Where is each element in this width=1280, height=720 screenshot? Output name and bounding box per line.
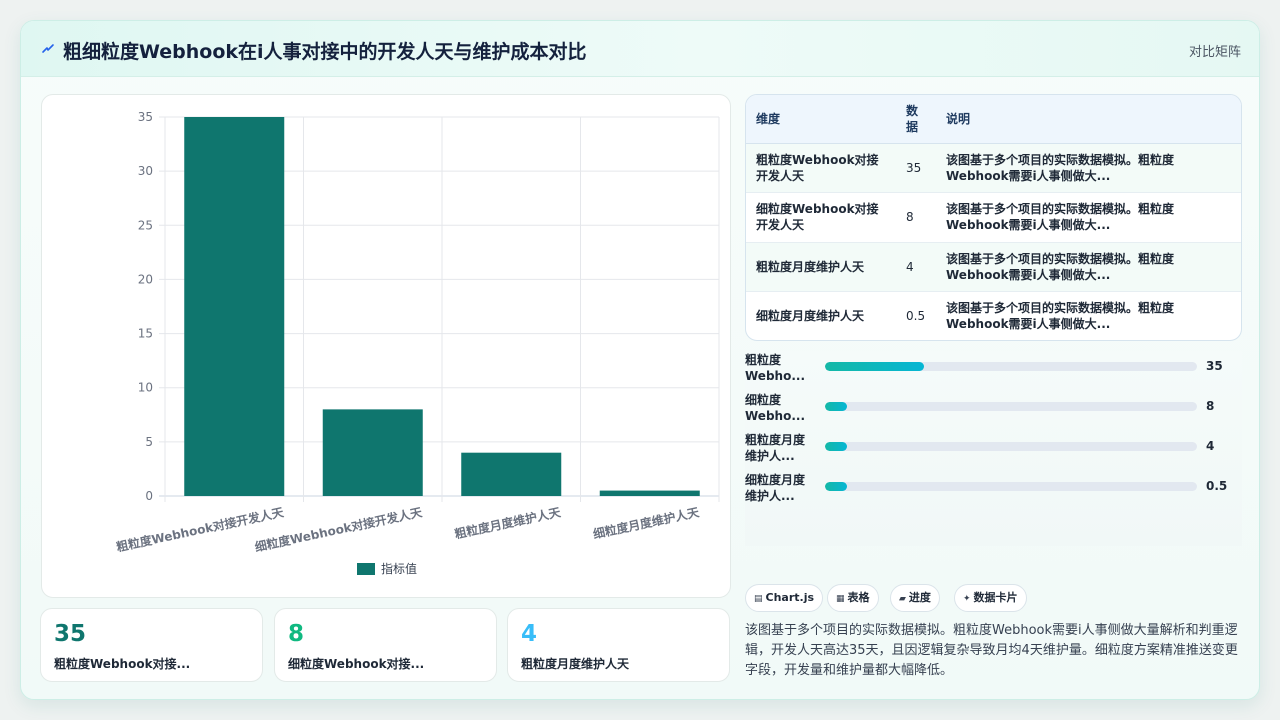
bar bbox=[184, 117, 285, 496]
chip-label: 进度 bbox=[908, 591, 931, 604]
progress-label: 细粒度月度维护人... bbox=[745, 473, 806, 503]
progress-label: 粗粒度月度维护人... bbox=[745, 433, 806, 463]
chip-progress[interactable]: ▰ 进度 bbox=[890, 584, 940, 612]
bar bbox=[461, 452, 562, 496]
progress-fill bbox=[825, 482, 848, 491]
table-cell-desc: 该图基于多个项目的实际数据模拟。粗粒度Webhook需要i人事侧做大... bbox=[936, 143, 1241, 193]
y-tick-label: 25 bbox=[138, 218, 153, 232]
bar bbox=[322, 409, 423, 496]
chip-label: 表格 bbox=[847, 591, 870, 604]
chip-data-card[interactable]: ✦ 数据卡片 bbox=[954, 584, 1027, 612]
table-header-desc: 说明 bbox=[936, 95, 1241, 144]
progress-value: 8 bbox=[1206, 399, 1215, 413]
table-cell-desc: 该图基于多个项目的实际数据模拟。粗粒度Webhook需要i人事侧做大... bbox=[936, 192, 1241, 243]
table-cell-dimension: 粗粒度月度维护人天 bbox=[746, 242, 896, 292]
compare-matrix-link[interactable]: 对比矩阵 bbox=[1189, 41, 1241, 60]
stat-card: 4 粗粒度月度维护人天 bbox=[507, 608, 730, 682]
y-tick-label: 5 bbox=[145, 435, 153, 449]
table-cell-desc: 该图基于多个项目的实际数据模拟。粗粒度Webhook需要i人事侧做大... bbox=[936, 242, 1241, 292]
table-row: 细粒度Webhook对接开发人天 8 该图基于多个项目的实际数据模拟。粗粒度We… bbox=[746, 192, 1241, 243]
table-header-dimension: 维度 bbox=[746, 95, 896, 144]
sparkle-icon: ✦ bbox=[963, 594, 971, 604]
header: 粗细粒度Webhook在i人事对接中的开发人天与维护成本对比 对比矩阵 bbox=[21, 21, 1259, 77]
chart-icon: ▤ bbox=[754, 594, 763, 604]
y-tick-label: 0 bbox=[145, 489, 153, 503]
table-cell-value: 0.5 bbox=[896, 291, 936, 340]
progress-fill bbox=[825, 362, 924, 371]
y-tick-label: 15 bbox=[138, 327, 153, 341]
progress-value: 4 bbox=[1206, 439, 1215, 453]
table-row: 粗粒度月度维护人天 4 该图基于多个项目的实际数据模拟。粗粒度Webhook需要… bbox=[746, 242, 1241, 292]
chip-chartjs[interactable]: ▤ Chart.js bbox=[745, 584, 824, 612]
stat-value: 8 bbox=[288, 621, 305, 647]
bar bbox=[599, 490, 700, 496]
summary-text: 该图基于多个项目的实际数据模拟。粗粒度Webhook需要i人事侧做大量解析和判重… bbox=[745, 623, 1238, 678]
progress-track bbox=[825, 482, 1197, 491]
table-cell-dimension: 粗粒度Webhook对接开发人天 bbox=[746, 143, 896, 193]
x-tick-label: 粗粒度月度维护人天 bbox=[453, 504, 563, 541]
legend-label: 指标值 bbox=[381, 561, 417, 576]
y-tick-label: 30 bbox=[138, 164, 153, 178]
chip-table[interactable]: ▦ 表格 bbox=[827, 584, 879, 612]
y-tick-label: 35 bbox=[138, 110, 153, 124]
stat-card: 35 粗粒度Webhook对接... bbox=[40, 608, 263, 682]
stat-label: 细粒度Webhook对接... bbox=[288, 657, 425, 671]
y-tick-label: 10 bbox=[138, 381, 153, 395]
progress-row: 粗粒度Webho... 35 bbox=[745, 352, 1242, 386]
chip-label: 数据卡片 bbox=[973, 591, 1018, 604]
table-icon: ▦ bbox=[836, 594, 845, 604]
chip-label: Chart.js bbox=[765, 591, 815, 604]
progress-fill bbox=[825, 442, 848, 451]
stat-label: 粗粒度月度维护人天 bbox=[521, 657, 630, 671]
table-cell-value: 8 bbox=[896, 192, 936, 243]
progress-track bbox=[825, 362, 1197, 371]
table-cell-dimension: 细粒度月度维护人天 bbox=[746, 291, 896, 340]
progress-row: 细粒度Webho... 8 bbox=[745, 392, 1242, 426]
dashboard-card: 粗细粒度Webhook在i人事对接中的开发人天与维护成本对比 对比矩阵 0 5 10… bbox=[20, 20, 1260, 700]
table-row: 细粒度月度维护人天 0.5 该图基于多个项目的实际数据模拟。粗粒度Webhook… bbox=[746, 291, 1241, 340]
table-cell-desc: 该图基于多个项目的实际数据模拟。粗粒度Webhook需要i人事侧做大... bbox=[936, 291, 1241, 340]
stat-label: 粗粒度Webhook对接... bbox=[54, 657, 191, 671]
stat-value: 4 bbox=[521, 621, 538, 647]
table-header-row: 维度 数据 说明 bbox=[746, 95, 1241, 144]
progress-icon: ▰ bbox=[899, 594, 906, 604]
progress-value: 0.5 bbox=[1206, 479, 1228, 493]
stat-value: 35 bbox=[54, 621, 87, 647]
table-cell-dimension: 细粒度Webhook对接开发人天 bbox=[746, 192, 896, 243]
table-cell-value: 35 bbox=[896, 143, 936, 193]
lightning-icon bbox=[42, 44, 54, 53]
progress-track bbox=[825, 402, 1197, 411]
data-table-panel: 维度 数据 说明 粗粒度Webhook对接开发人天 35 该图基于多个项目的实际… bbox=[745, 94, 1242, 341]
page-title: 粗细粒度Webhook在i人事对接中的开发人天与维护成本对比 bbox=[63, 41, 587, 63]
bar-chart-panel: 0 5 10 15 20 25 30 35 粗粒度Webhook对接开发人天 细粒度Webhook… bbox=[41, 94, 731, 598]
progress-fill bbox=[825, 402, 848, 411]
progress-track bbox=[825, 442, 1197, 451]
progress-value: 35 bbox=[1206, 359, 1223, 373]
table-row: 粗粒度Webhook对接开发人天 35 该图基于多个项目的实际数据模拟。粗粒度W… bbox=[746, 143, 1241, 193]
progress-label: 粗粒度Webho... bbox=[745, 353, 805, 383]
bar-chart: 05101520253035粗粒度Webhook对接开发人天细粒度Webhook… bbox=[115, 110, 720, 576]
table-cell-value: 4 bbox=[896, 242, 936, 292]
progress-label: 细粒度Webho... bbox=[745, 393, 805, 423]
progress-row: 粗粒度月度维护人... 4 bbox=[745, 432, 1242, 466]
progress-row: 细粒度月度维护人... 0.5 bbox=[745, 472, 1242, 506]
legend-swatch bbox=[357, 563, 375, 575]
stat-card: 8 细粒度Webhook对接... bbox=[274, 608, 497, 682]
table-header-value: 数据 bbox=[896, 95, 936, 144]
y-tick-label: 20 bbox=[138, 272, 153, 286]
data-table: 维度 数据 说明 粗粒度Webhook对接开发人天 35 该图基于多个项目的实际… bbox=[746, 95, 1241, 340]
x-tick-label: 细粒度月度维护人天 bbox=[592, 504, 702, 541]
progress-list: 粗粒度Webho... 35 细粒度Webho... 8 粗粒度月度维护人...… bbox=[745, 351, 1242, 546]
